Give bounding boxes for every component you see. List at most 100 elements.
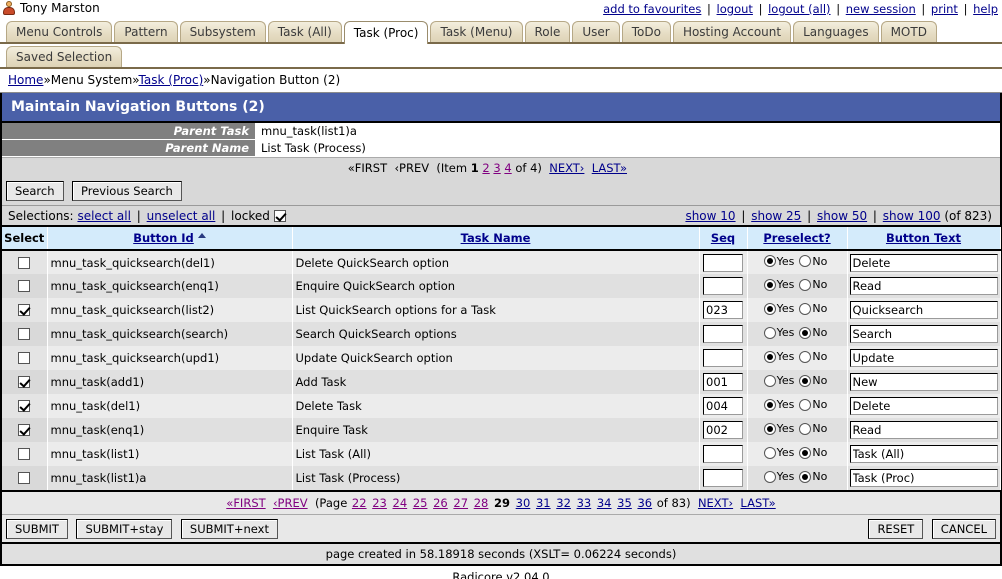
tab-task-proc-[interactable]: Task (Proc) [344, 21, 429, 44]
row-select-checkbox[interactable] [18, 376, 30, 388]
preselect-no-radio[interactable] [799, 255, 811, 267]
column-header-seq-link[interactable]: Seq [711, 231, 735, 245]
item-pager-page-2[interactable]: 2 [482, 161, 489, 175]
row-select-checkbox[interactable] [18, 257, 30, 269]
column-header-button-text[interactable]: Button Text [847, 227, 1000, 250]
preselect-no-radio[interactable] [799, 351, 811, 363]
page-pager-page-36[interactable]: 36 [637, 496, 652, 510]
button-text-input[interactable] [850, 349, 998, 367]
button-text-input[interactable] [850, 373, 998, 391]
preselect-no-radio[interactable] [799, 327, 811, 339]
tab-role[interactable]: Role [525, 21, 571, 42]
preselect-yes-radio[interactable] [764, 399, 776, 411]
row-select-checkbox[interactable] [18, 328, 30, 340]
page-pager-page-30[interactable]: 30 [516, 496, 531, 510]
button-text-input[interactable] [850, 397, 998, 415]
row-select-checkbox[interactable] [18, 352, 30, 364]
preselect-yes-radio[interactable] [764, 279, 776, 291]
show-link-show-100[interactable]: show 100 [883, 209, 941, 223]
row-select-checkbox[interactable] [18, 280, 30, 292]
column-header-preselect[interactable]: Preselect? [747, 227, 847, 250]
row-select-checkbox[interactable] [18, 424, 30, 436]
button-text-input[interactable] [850, 277, 998, 295]
row-select-checkbox[interactable] [18, 304, 30, 316]
preselect-no-radio[interactable] [799, 375, 811, 387]
page-pager-page-26[interactable]: 26 [433, 496, 448, 510]
row-select-checkbox[interactable] [18, 400, 30, 412]
cancel-button[interactable]: CANCEL [932, 519, 996, 539]
unselect-all-link[interactable]: unselect all [147, 209, 216, 223]
seq-input[interactable] [703, 277, 743, 295]
page-pager-page-24[interactable]: 24 [393, 496, 408, 510]
tab-hosting-account[interactable]: Hosting Account [673, 21, 791, 42]
breadcrumb-link-home[interactable]: Home [8, 73, 43, 87]
tab-motd[interactable]: MOTD [881, 21, 937, 42]
button-text-input[interactable] [850, 445, 998, 463]
column-header-task-name-link[interactable]: Task Name [461, 231, 531, 245]
seq-input[interactable] [703, 445, 743, 463]
seq-input[interactable] [703, 325, 743, 343]
preselect-yes-radio[interactable] [764, 471, 776, 483]
seq-input[interactable] [703, 469, 743, 487]
button-text-input[interactable] [850, 421, 998, 439]
tab-user[interactable]: User [572, 21, 619, 42]
submit-stay-button[interactable]: SUBMIT+stay [76, 519, 172, 539]
submit-next-button[interactable]: SUBMIT+next [181, 519, 278, 539]
page-pager-page-27[interactable]: 27 [453, 496, 468, 510]
column-header-preselect-link[interactable]: Preselect? [763, 231, 830, 245]
item-pager-page-4[interactable]: 4 [504, 161, 511, 175]
column-header-seq[interactable]: Seq [699, 227, 747, 250]
page-pager-last[interactable]: LAST» [740, 496, 775, 510]
tab-task-all-[interactable]: Task (All) [268, 21, 342, 42]
preselect-no-radio[interactable] [799, 279, 811, 291]
tab-pattern[interactable]: Pattern [114, 21, 177, 42]
page-pager-page-22[interactable]: 22 [352, 496, 367, 510]
seq-input[interactable] [703, 397, 743, 415]
item-pager-last[interactable]: LAST» [592, 161, 627, 175]
page-pager-page-28[interactable]: 28 [474, 496, 489, 510]
preselect-yes-radio[interactable] [764, 423, 776, 435]
seq-input[interactable] [703, 349, 743, 367]
column-header-button-id-link[interactable]: Button Id [133, 231, 194, 245]
preselect-yes-radio[interactable] [764, 255, 776, 267]
preselect-no-radio[interactable] [799, 447, 811, 459]
top-link-logout[interactable]: logout [717, 2, 753, 16]
tab-languages[interactable]: Languages [793, 21, 878, 42]
row-select-checkbox[interactable] [18, 448, 30, 460]
seq-input[interactable] [703, 301, 743, 319]
page-pager-page-25[interactable]: 25 [413, 496, 428, 510]
preselect-no-radio[interactable] [799, 471, 811, 483]
preselect-yes-radio[interactable] [764, 351, 776, 363]
button-text-input[interactable] [850, 325, 998, 343]
preselect-no-radio[interactable] [799, 423, 811, 435]
preselect-yes-radio[interactable] [764, 327, 776, 339]
top-link-new-session[interactable]: new session [846, 2, 916, 16]
column-header-task-name[interactable]: Task Name [292, 227, 699, 250]
row-select-checkbox[interactable] [18, 472, 30, 484]
tab-saved-selection[interactable]: Saved Selection [6, 46, 122, 67]
item-pager-page-3[interactable]: 3 [493, 161, 500, 175]
breadcrumb-link-task-proc-[interactable]: Task (Proc) [139, 73, 204, 87]
submit-button[interactable]: SUBMIT [6, 519, 68, 539]
top-link-help[interactable]: help [973, 2, 998, 16]
previous-search-button[interactable]: Previous Search [72, 181, 182, 201]
show-link-show-25[interactable]: show 25 [751, 209, 801, 223]
column-header-button-text-link[interactable]: Button Text [886, 231, 961, 245]
reset-button[interactable]: RESET [868, 519, 923, 539]
button-text-input[interactable] [850, 469, 998, 487]
seq-input[interactable] [703, 254, 743, 272]
page-pager-next[interactable]: NEXT› [698, 496, 733, 510]
preselect-yes-radio[interactable] [764, 375, 776, 387]
top-link-add-to-favourites[interactable]: add to favourites [603, 2, 701, 16]
top-link-print[interactable]: print [931, 2, 958, 16]
page-pager-page-35[interactable]: 35 [617, 496, 632, 510]
seq-input[interactable] [703, 373, 743, 391]
seq-input[interactable] [703, 421, 743, 439]
preselect-no-radio[interactable] [799, 399, 811, 411]
page-pager-page-32[interactable]: 32 [556, 496, 571, 510]
preselect-yes-radio[interactable] [764, 303, 776, 315]
select-all-link[interactable]: select all [77, 209, 131, 223]
tab-todo[interactable]: ToDo [622, 21, 671, 42]
button-text-input[interactable] [850, 254, 998, 272]
page-pager-page-33[interactable]: 33 [577, 496, 592, 510]
